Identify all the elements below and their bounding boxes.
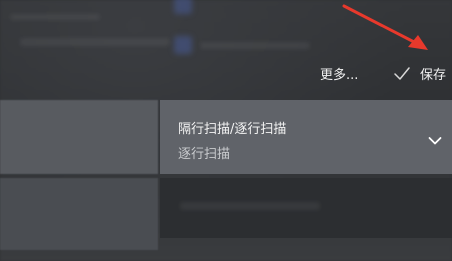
blurred-row	[160, 178, 452, 238]
blurred-text	[200, 42, 310, 49]
blurred-icon	[174, 0, 192, 14]
blurred-panel	[0, 178, 158, 250]
chevron-down-icon	[428, 131, 442, 145]
blurred-text	[10, 14, 100, 20]
top-toolbar: 更多... 保存	[0, 58, 452, 90]
blurred-text	[180, 202, 320, 210]
dropdown-label: 隔行扫描/逐行扫描	[178, 122, 287, 137]
blurred-panel	[0, 100, 158, 174]
check-icon	[392, 65, 412, 81]
more-button[interactable]: 更多...	[320, 64, 358, 83]
scan-mode-dropdown[interactable]: 隔行扫描/逐行扫描 逐行扫描	[160, 100, 452, 174]
save-button[interactable]: 保存	[420, 64, 446, 83]
blurred-icon	[174, 36, 192, 54]
dropdown-selected-value: 逐行扫描	[178, 147, 231, 162]
blurred-text	[20, 38, 170, 46]
red-arrow-icon	[336, 0, 436, 60]
